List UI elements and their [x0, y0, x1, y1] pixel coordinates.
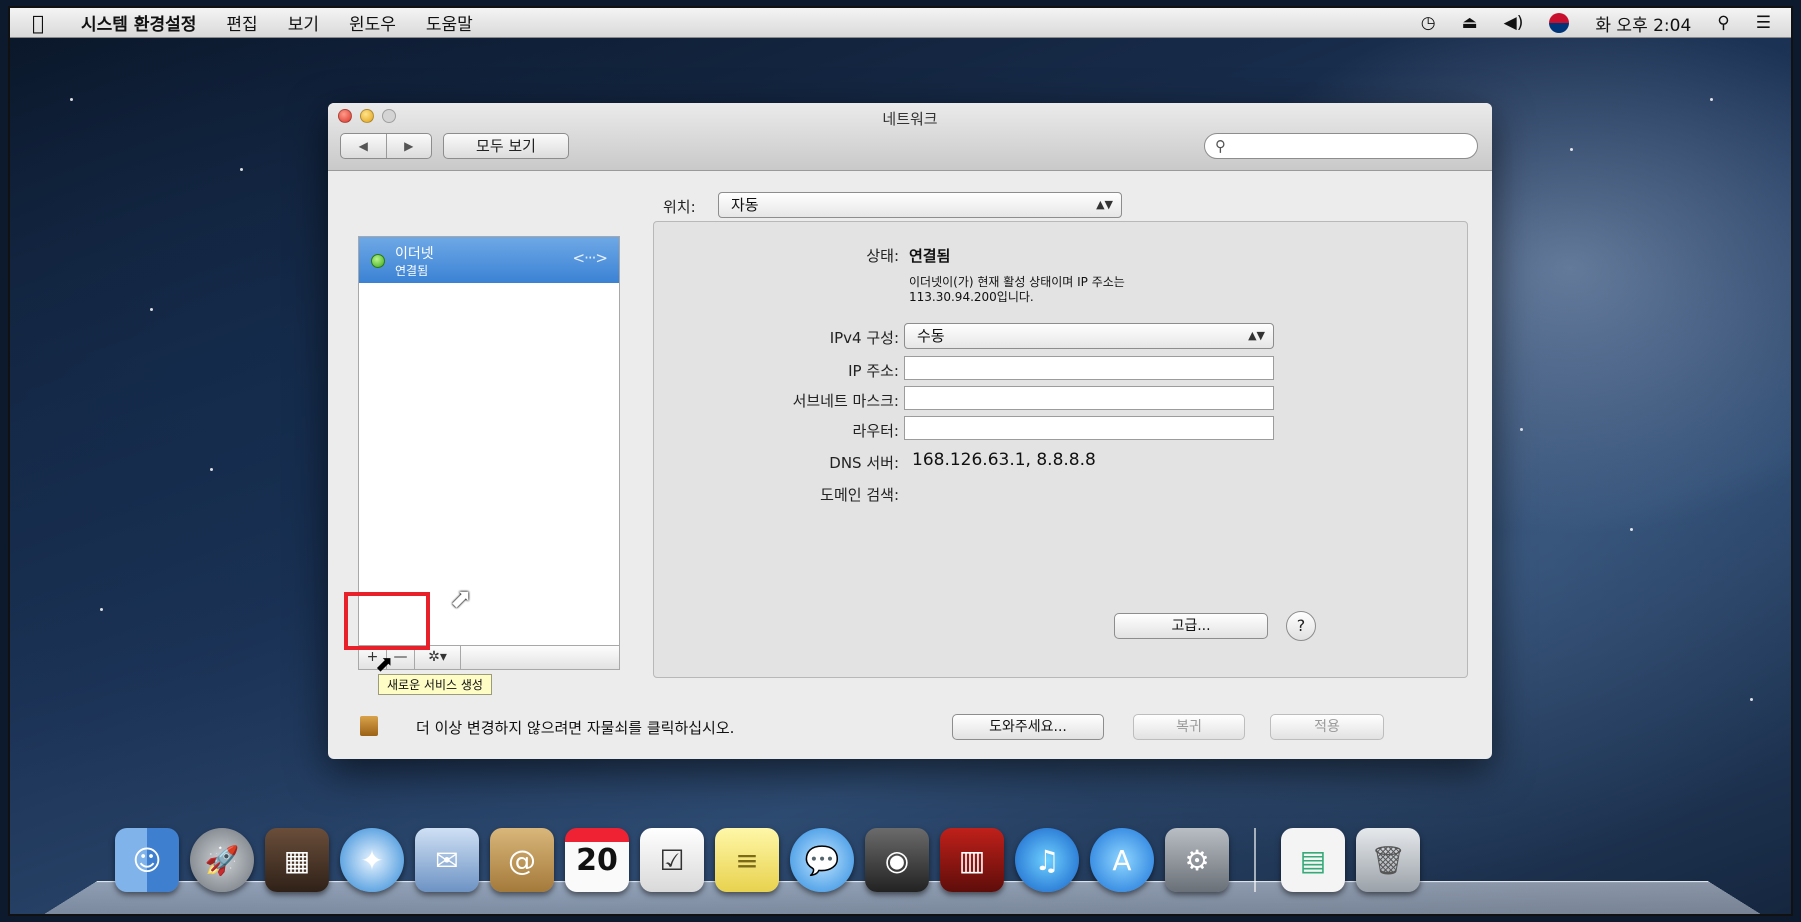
service-name: 이더넷 — [395, 246, 434, 262]
star — [100, 608, 103, 611]
launchpad-icon[interactable]: 🚀 — [190, 828, 254, 892]
status-description-line2: 113.30.94.200입니다. — [909, 290, 1034, 304]
menu-edit[interactable]: 편집 — [211, 10, 272, 35]
back-forward-control: ◀ ▶ — [340, 133, 432, 159]
connected-status-icon — [371, 254, 385, 268]
lock-icon[interactable] — [360, 716, 378, 736]
reminders-icon[interactable]: ☑ — [640, 828, 704, 892]
star — [210, 468, 213, 471]
input-source-flag-icon[interactable] — [1549, 13, 1570, 33]
popup-arrows-icon: ▲▼ — [1248, 329, 1265, 342]
calendar-day: 20 — [576, 842, 618, 878]
lock-instruction-text: 더 이상 변경하지 않으려면 자물쇠를 클릭하십시오. — [416, 719, 735, 737]
spotlight-search-icon[interactable]: ⚲ — [1717, 13, 1729, 33]
system-preferences-icon[interactable]: ⚙ — [1165, 828, 1229, 892]
star — [1520, 428, 1523, 431]
finder-icon[interactable]: ☺ — [115, 828, 179, 892]
status-value: 연결됨 — [909, 247, 951, 265]
arrow-cursor-icon: ⬈ — [450, 584, 472, 614]
search-domains-label: 도메인 검색: — [820, 486, 899, 504]
apple-menu-icon[interactable]:  — [10, 11, 66, 35]
photo-booth-icon[interactable]: ▥ — [940, 828, 1004, 892]
menu-clock[interactable]: 화 오후 2:04 — [1595, 11, 1691, 36]
network-preferences-window: 네트워크 ◀ ▶ 모두 보기 ⚲ 위치: 자동 ▲▼ 이더넷 연결됨 <···> — [328, 103, 1492, 759]
volume-icon[interactable]: ◀) — [1504, 13, 1524, 33]
ipv4-config-popup[interactable]: 수동 ▲▼ — [904, 323, 1274, 349]
add-service-tooltip: 새로운 서비스 생성 — [378, 674, 492, 695]
ip-address-field[interactable] — [904, 356, 1274, 380]
dock: ☺ 🚀 ▦ ✦ ✉ @ 20 ☑ ≡ 💬 ◉ ▥ ♫ A ⚙ ▤ 🗑 — [41, 828, 1764, 914]
ip-address-label: IP 주소: — [848, 362, 899, 380]
star — [1750, 698, 1753, 701]
dock-separator — [1254, 828, 1256, 892]
search-icon: ⚲ — [1215, 137, 1226, 155]
ethernet-icon: <···> — [572, 249, 608, 267]
desktop:  시스템 환경설정 편집 보기 윈도우 도움말 ◷ ⏏ ◀) 화 오후 2:0… — [8, 6, 1793, 916]
service-list: 이더넷 연결됨 <···> — [358, 236, 620, 646]
dns-server-value: 168.126.63.1, 8.8.8.8 — [912, 450, 1096, 470]
status-label: 상태: — [866, 247, 899, 265]
assist-me-button[interactable]: 도와주세요... — [952, 714, 1104, 740]
popup-arrows-icon: ▲▼ — [1096, 198, 1113, 211]
subnet-mask-label: 서브네트 마스크: — [792, 392, 899, 410]
location-popup[interactable]: 자동 ▲▼ — [718, 192, 1122, 218]
mission-control-icon[interactable]: ▦ — [265, 828, 329, 892]
notes-icon[interactable]: ≡ — [715, 828, 779, 892]
help-button[interactable]: ? — [1286, 611, 1316, 641]
time-machine-icon[interactable]: ◷ — [1421, 13, 1436, 33]
trash-icon[interactable]: 🗑 — [1356, 828, 1420, 892]
star — [1630, 528, 1633, 531]
ipv4-config-label: IPv4 구성: — [829, 329, 899, 347]
star — [240, 168, 243, 171]
revert-button[interactable]: 복귀 — [1133, 714, 1245, 740]
service-status: 연결됨 — [395, 264, 429, 278]
star — [70, 98, 73, 101]
preview-icon[interactable]: ▤ — [1281, 828, 1345, 892]
dock-icons: ☺ 🚀 ▦ ✦ ✉ @ 20 ☑ ≡ 💬 ◉ ▥ ♫ A ⚙ ▤ 🗑 — [115, 828, 1420, 892]
menu-window[interactable]: 윈도우 — [334, 10, 411, 35]
location-label: 위치: — [663, 198, 696, 216]
menu-extras: ◷ ⏏ ◀) 화 오후 2:04 ⚲ ☰ — [1421, 8, 1771, 38]
menu-view[interactable]: 보기 — [273, 10, 334, 35]
notification-center-icon[interactable]: ☰ — [1756, 13, 1771, 33]
service-item-ethernet[interactable]: 이더넷 연결됨 <···> — [359, 237, 619, 283]
mail-icon[interactable]: ✉ — [415, 828, 479, 892]
window-titlebar: 네트워크 ◀ ▶ 모두 보기 ⚲ — [328, 103, 1492, 171]
menu-app-name[interactable]: 시스템 환경설정 — [66, 10, 211, 35]
search-field[interactable]: ⚲ — [1204, 133, 1478, 159]
messages-icon[interactable]: 💬 — [790, 828, 854, 892]
facetime-icon[interactable]: ◉ — [865, 828, 929, 892]
highlight-annotation-box — [344, 592, 430, 650]
apply-button[interactable]: 적용 — [1270, 714, 1384, 740]
window-title: 네트워크 — [882, 110, 938, 128]
eject-icon[interactable]: ⏏ — [1462, 13, 1478, 33]
app-store-icon[interactable]: A — [1090, 828, 1154, 892]
location-value: 자동 — [731, 196, 759, 214]
menu-help[interactable]: 도움말 — [411, 10, 488, 35]
calendar-icon[interactable]: 20 — [565, 828, 629, 892]
back-button[interactable]: ◀ — [341, 134, 387, 158]
router-label: 라우터: — [852, 422, 899, 440]
itunes-icon[interactable]: ♫ — [1015, 828, 1079, 892]
safari-icon[interactable]: ✦ — [340, 828, 404, 892]
network-detail-pane: 상태: 연결됨 이더넷이(가) 현재 활성 상태이며 IP 주소는 113.30… — [653, 221, 1468, 678]
star — [1570, 148, 1573, 151]
menu-bar:  시스템 환경설정 편집 보기 윈도우 도움말 ◷ ⏏ ◀) 화 오후 2:0… — [10, 8, 1791, 38]
advanced-button[interactable]: 고급... — [1114, 613, 1268, 639]
contacts-icon[interactable]: @ — [490, 828, 554, 892]
ipv4-config-value: 수동 — [917, 327, 945, 345]
star — [1710, 98, 1713, 101]
dns-server-label: DNS 서버: — [829, 454, 899, 472]
router-field[interactable] — [904, 416, 1274, 440]
star — [150, 308, 153, 311]
forward-button[interactable]: ▶ — [387, 134, 432, 158]
show-all-button[interactable]: 모두 보기 — [443, 133, 569, 159]
subnet-mask-field[interactable] — [904, 386, 1274, 410]
